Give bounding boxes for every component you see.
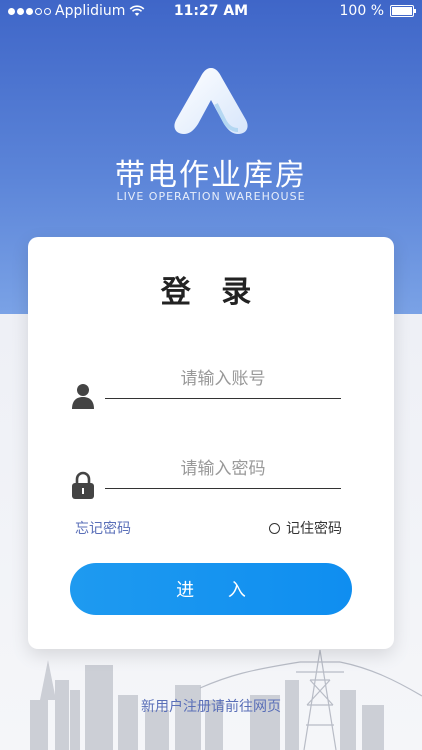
login-title: 登 录 (160, 275, 262, 310)
forgot-password-link[interactable]: 忘记密码 (75, 518, 131, 538)
remember-password-toggle[interactable]: 记住密码 (269, 518, 342, 538)
battery-icon (390, 5, 416, 17)
remember-radio-icon[interactable] (269, 522, 280, 534)
app-logo-icon (174, 68, 248, 134)
password-input[interactable] (105, 449, 341, 489)
user-icon (72, 384, 94, 409)
app-subtitle: LIVE OPERATION WAREHOUSE (116, 190, 306, 203)
register-link[interactable]: 新用户注册请前往网页 (0, 696, 422, 716)
enter-button[interactable]: 进 入 (70, 563, 352, 615)
password-field (72, 449, 342, 499)
username-field (72, 359, 342, 409)
city-skyline-illustration (30, 649, 422, 750)
lock-icon (72, 471, 94, 499)
battery-percent: 100 % (339, 3, 384, 19)
remember-label: 记住密码 (286, 521, 342, 537)
app-title: 带电作业库房 (115, 158, 307, 193)
username-input[interactable] (105, 359, 341, 399)
status-bar: Applidium 11:27 AM 100 % (0, 0, 422, 22)
login-card: 登 录 忘记密码 记住密码 进 入 (28, 237, 394, 649)
